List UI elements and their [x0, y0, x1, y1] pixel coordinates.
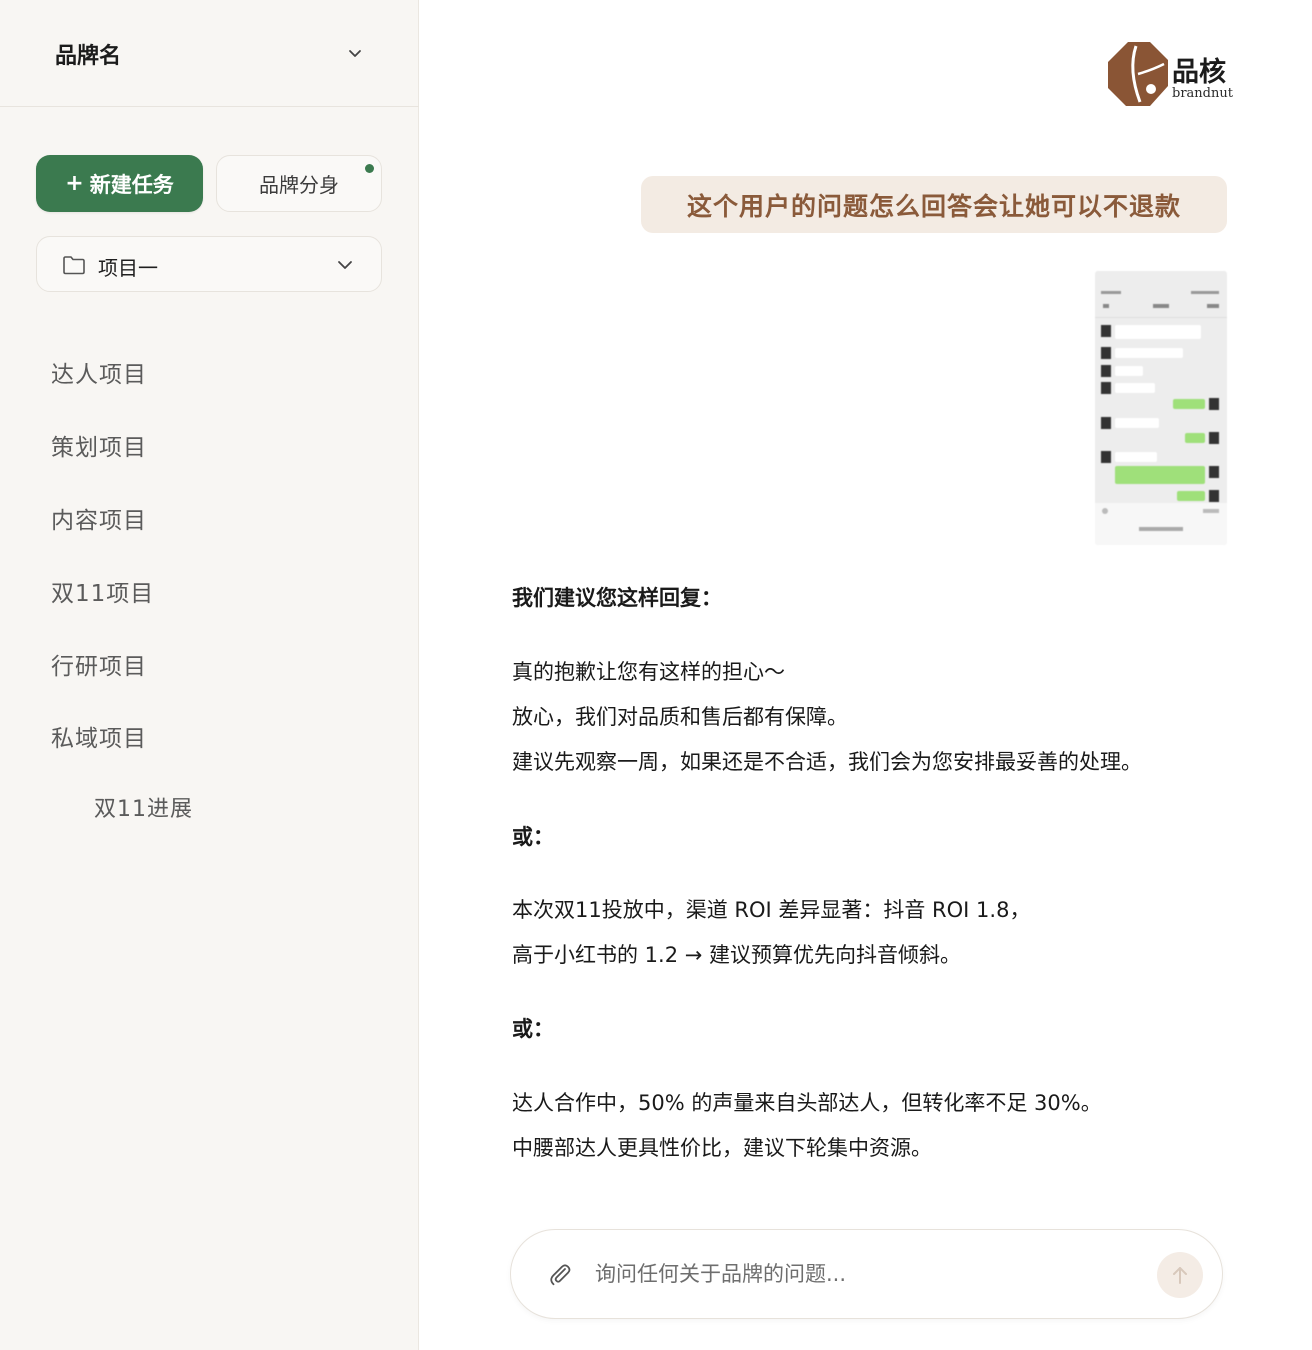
new-task-label: 新建任务: [89, 172, 174, 197]
logo-text-en: brandnut: [1172, 86, 1233, 101]
status-dot: [365, 164, 374, 173]
answer-line: 高于小红书的 1.2 → 建议预算优先向抖音倾斜。: [512, 943, 962, 967]
brand-switcher[interactable]: 品牌名: [0, 0, 419, 107]
project-selector[interactable]: 项目一: [36, 236, 382, 292]
user-message-bubble: 这个用户的问题怎么回答会让她可以不退款: [641, 176, 1227, 233]
answer-or-label: 或：: [512, 825, 554, 849]
logo-text-cn: 品核: [1172, 57, 1226, 88]
brand-avatar-label: 品牌分身: [259, 173, 339, 197]
sidebar-item-influencer[interactable]: 达人项目: [51, 355, 147, 389]
sidebar-item-research[interactable]: 行研项目: [51, 647, 147, 681]
answer-line: 本次双11投放中，渠道 ROI 差异显著：抖音 ROI 1.8，: [512, 898, 1031, 922]
project-selector-label: 项目一: [98, 256, 158, 280]
answer-intro: 我们建议您这样回复：: [512, 586, 722, 610]
chat-screenshot-thumbnail: [1095, 271, 1227, 545]
answer-line: 中腰部达人更具性价比，建议下轮集中资源。: [512, 1136, 932, 1160]
paperclip-icon[interactable]: [547, 1261, 573, 1287]
sidebar-item-planning[interactable]: 策划项目: [51, 428, 147, 462]
arrow-up-icon: [1173, 1267, 1187, 1284]
sidebar-subitem-double11-progress[interactable]: 双11进展: [94, 791, 193, 823]
answer-line: 建议先观察一周，如果还是不合适，我们会为您安排最妥善的处理。: [512, 750, 1142, 774]
chat-input-box: [510, 1229, 1223, 1319]
send-button[interactable]: [1157, 1252, 1203, 1298]
answer-line: 达人合作中，50% 的声量来自头部达人，但转化率不足 30%。: [512, 1091, 1102, 1115]
brand-name: 品牌名: [55, 44, 122, 69]
sidebar: 品牌名 + 新建任务 品牌分身 项目一 达人项目 策划项目 内容项目 双11项目…: [0, 0, 419, 1350]
sidebar-item-double11[interactable]: 双11项目: [51, 574, 154, 608]
brand-logo: 品核 brandnut: [1106, 40, 1233, 110]
brand-logo-icon: [1108, 42, 1168, 106]
answer-line: 放心，我们对品质和售后都有保障。: [512, 705, 848, 729]
sidebar-item-content[interactable]: 内容项目: [51, 501, 147, 535]
folder-icon: [63, 256, 85, 275]
answer-line: 真的抱歉让您有这样的担心～: [512, 660, 785, 684]
brand-avatar-button[interactable]: 品牌分身: [216, 155, 382, 212]
chevron-down-icon: [349, 50, 361, 57]
user-message-text: 这个用户的问题怎么回答会让她可以不退款: [686, 191, 1181, 221]
sidebar-item-private-domain[interactable]: 私域项目: [51, 719, 147, 753]
chat-screenshot-attachment[interactable]: [1095, 271, 1227, 545]
plus-icon: +: [65, 171, 84, 196]
chat-input[interactable]: [595, 1254, 1135, 1294]
new-task-button[interactable]: + 新建任务: [36, 155, 203, 212]
answer-or-label: 或：: [512, 1017, 554, 1041]
chevron-down-icon: [338, 261, 352, 269]
